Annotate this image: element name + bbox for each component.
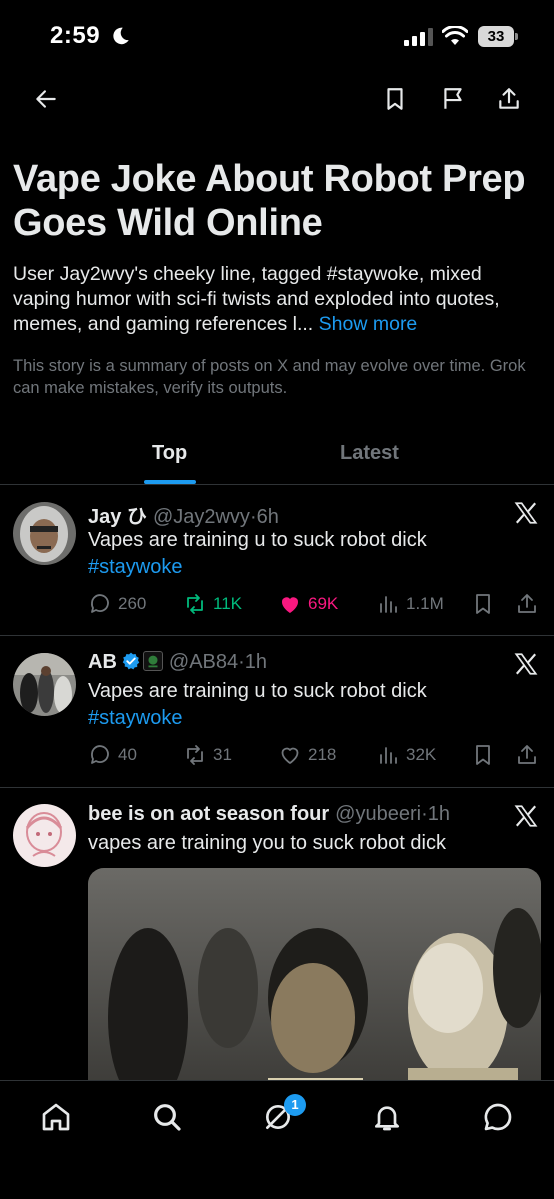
author-name[interactable]: Jay ひ: [88, 506, 147, 528]
notifications-bell-icon[interactable]: [371, 1101, 403, 1133]
share-icon: [518, 594, 536, 613]
post-time: 1h: [244, 651, 268, 673]
bookmark-icon[interactable]: [382, 86, 408, 112]
share-button[interactable]: [515, 591, 539, 617]
avatar[interactable]: [13, 502, 76, 565]
top-nav: [0, 76, 554, 120]
separator-dot: ·: [421, 803, 428, 825]
post-actions: 40 31 218 32K: [88, 742, 543, 768]
post-text: Vapes are training u to suck robot dick …: [88, 527, 427, 581]
status-time: 2:59: [50, 22, 101, 49]
separator-dot: ·: [249, 506, 257, 528]
wifi-icon: [442, 26, 468, 45]
affiliate-badge-icon: [142, 651, 163, 671]
post-text: vapes are training you to suck robot dic…: [88, 830, 446, 857]
post-time: 6h: [256, 506, 279, 528]
heart-outline-icon: [281, 747, 299, 764]
messages-icon[interactable]: [482, 1101, 514, 1133]
post-header: Jay ひ @Jay2wvy·6h: [88, 500, 279, 529]
views-button[interactable]: 1.1M: [376, 591, 444, 617]
author-name[interactable]: AB: [88, 651, 117, 673]
reply-button[interactable]: 260: [88, 591, 146, 617]
post-body: Vapes are training u to suck robot dick: [88, 680, 427, 702]
avatar[interactable]: [13, 804, 76, 867]
bookmark-button[interactable]: [471, 742, 495, 768]
x-logo-icon: [514, 805, 538, 827]
post-item[interactable]: AB @AB84·1h Vapes are training u to suck …: [0, 637, 554, 788]
story-title: Vape Joke About Robot Prep Goes Wild Onl…: [13, 158, 526, 244]
home-icon[interactable]: [40, 1101, 72, 1133]
author-handle[interactable]: @Jay2wvy: [153, 506, 250, 528]
verified-badge-icon: [122, 652, 140, 670]
repost-count: 31: [213, 745, 232, 764]
story-summary-text: User Jay2wvy's cheeky line, tagged #stay…: [13, 263, 500, 335]
bookmark-icon: [476, 594, 490, 614]
x-logo-icon: [514, 502, 538, 524]
cellular-signal-icon: [404, 28, 433, 46]
heart-filled-icon: [281, 597, 299, 613]
like-button[interactable]: 69K: [278, 591, 338, 617]
like-count: 218: [308, 745, 337, 764]
reply-count: 40: [118, 745, 137, 764]
share-icon: [518, 745, 536, 764]
post-header: AB @AB84·1h: [88, 651, 267, 674]
bookmark-icon: [476, 745, 490, 765]
views-chart-icon: [380, 747, 397, 764]
active-tab-indicator: [144, 480, 196, 484]
views-button[interactable]: 32K: [376, 742, 436, 768]
bottom-nav: 1: [0, 1080, 554, 1199]
share-icon[interactable]: [496, 86, 522, 112]
story-summary: User Jay2wvy's cheeky line, tagged #stay…: [13, 262, 541, 337]
hashtag-link[interactable]: #staywoke: [88, 705, 427, 732]
show-more-link[interactable]: Show more: [319, 313, 418, 335]
repost-icon: [187, 594, 203, 614]
reply-icon: [91, 745, 109, 764]
reply-icon: [91, 594, 109, 613]
post-item[interactable]: Jay ひ @Jay2wvy·6h Vapes are training u to…: [0, 486, 554, 636]
tab-top[interactable]: Top: [152, 442, 187, 465]
moon-icon: [113, 27, 129, 45]
repost-icon: [187, 745, 203, 765]
like-button[interactable]: 218: [278, 742, 336, 768]
bookmark-button[interactable]: [471, 591, 495, 617]
separator-dot: ·: [238, 651, 245, 673]
back-arrow-icon[interactable]: [33, 86, 59, 112]
like-count: 69K: [308, 594, 339, 613]
repost-button[interactable]: 31: [183, 742, 232, 768]
post-body: Vapes are training u to suck robot dick: [88, 529, 427, 551]
views-count: 32K: [406, 745, 437, 764]
reply-count: 260: [118, 594, 147, 613]
tab-latest[interactable]: Latest: [340, 442, 399, 465]
status-bar: 2:59 33: [0, 0, 554, 70]
x-logo-icon: [514, 653, 538, 675]
post-actions: 260 11K 69K 1.1M: [88, 591, 543, 617]
author-handle[interactable]: @AB84: [169, 651, 238, 673]
search-icon[interactable]: [151, 1101, 183, 1133]
views-count: 1.1M: [406, 594, 444, 613]
repost-count: 11K: [213, 594, 242, 613]
post-text: Vapes are training u to suck robot dick …: [88, 678, 427, 732]
post-header: bee is on aot season four @yubeeri·1h: [88, 803, 450, 826]
feed-tabs: Top Latest: [0, 430, 554, 485]
battery-indicator: 33: [478, 26, 518, 47]
views-chart-icon: [380, 596, 397, 613]
hashtag-link[interactable]: #staywoke: [88, 554, 427, 581]
post-body: vapes are training you to suck robot dic…: [88, 832, 446, 854]
repost-button[interactable]: 11K: [183, 591, 242, 617]
grok-notification-badge: 1: [284, 1094, 306, 1116]
avatar[interactable]: [13, 653, 76, 716]
story-disclaimer: This story is a summary of posts on X an…: [13, 357, 526, 397]
reply-button[interactable]: 40: [88, 742, 137, 768]
author-name[interactable]: bee is on aot season four: [88, 803, 329, 825]
author-handle[interactable]: @yubeeri: [335, 803, 421, 825]
flag-icon[interactable]: [440, 86, 466, 112]
post-time: 1h: [427, 803, 450, 825]
share-button[interactable]: [515, 742, 539, 768]
